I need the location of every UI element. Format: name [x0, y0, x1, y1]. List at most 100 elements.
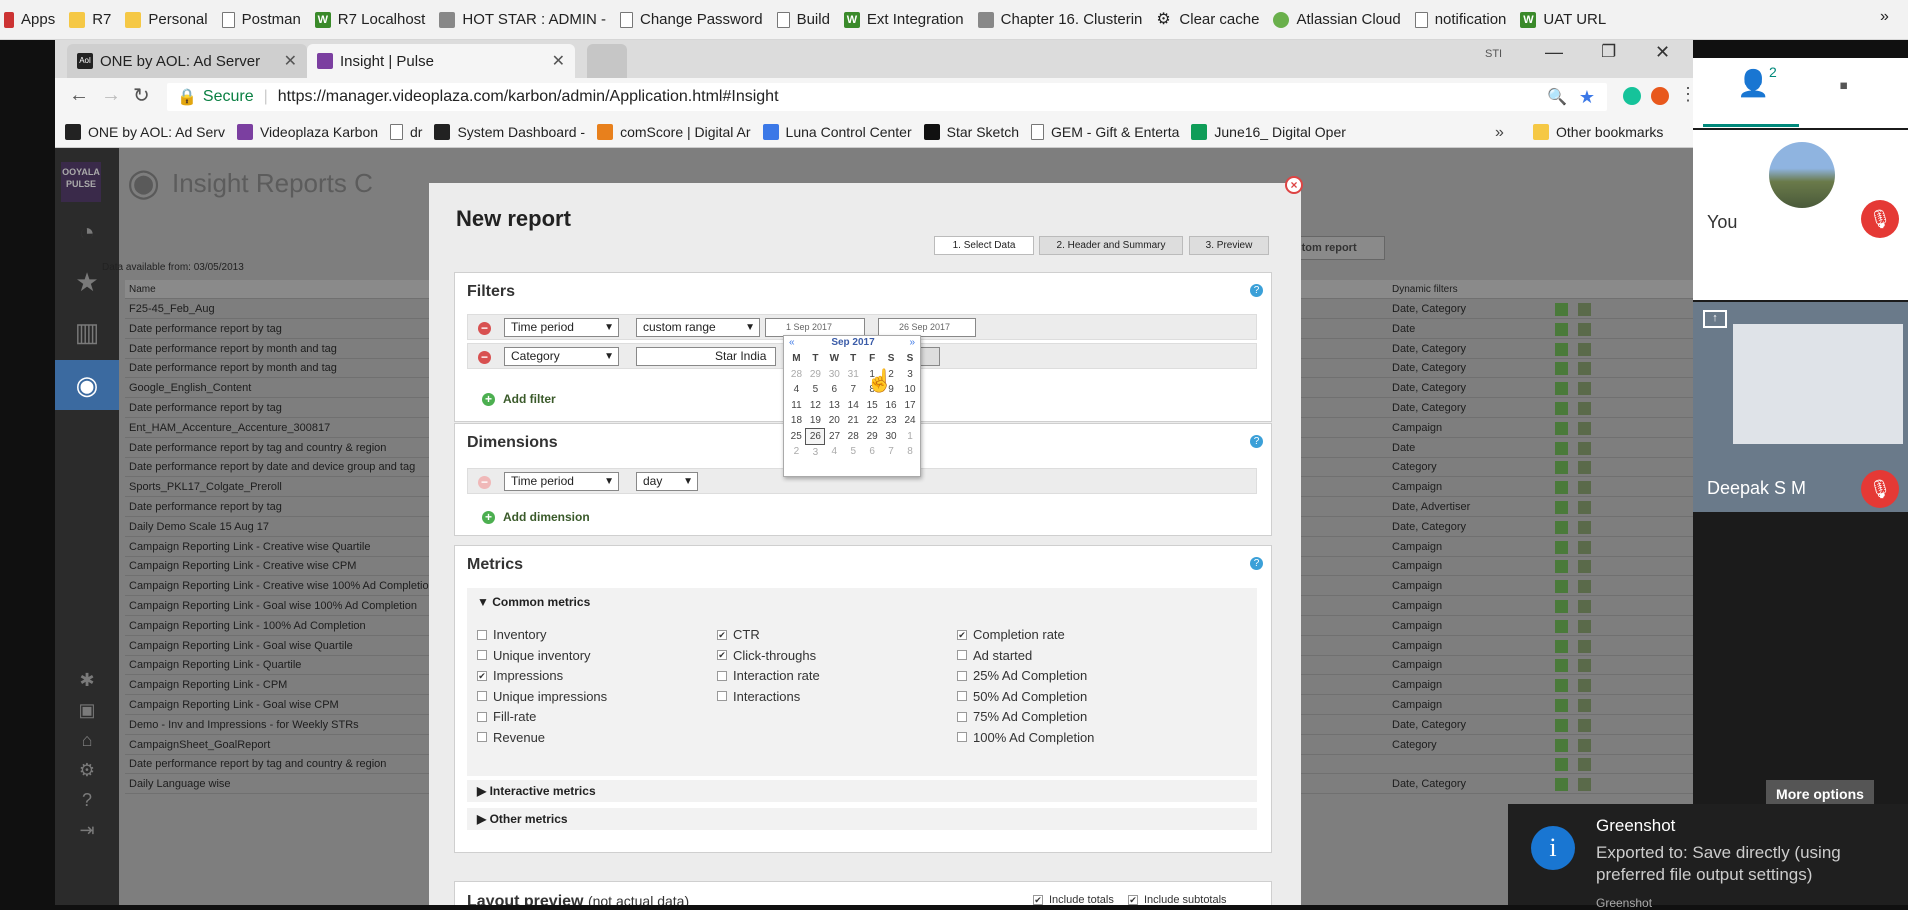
new-tab-button[interactable] [587, 44, 627, 78]
delete-icon[interactable] [1555, 679, 1568, 693]
logout-icon[interactable]: ⇥ [55, 808, 119, 852]
run-icon[interactable] [1578, 303, 1591, 316]
delete-icon[interactable] [1555, 699, 1568, 712]
delete-icon[interactable] [1555, 520, 1568, 534]
bookmark-bar-item-7[interactable]: GEM - Gift & Enterta [1031, 123, 1179, 140]
restore-button[interactable]: ❐ [1601, 42, 1616, 62]
delete-icon[interactable] [1555, 441, 1568, 455]
address-bar[interactable]: 🔒 Secure | https://manager.videoplaza.co… [167, 83, 1607, 111]
calendar-day[interactable]: 10 [901, 382, 920, 398]
delete-icon[interactable] [1555, 382, 1568, 396]
calendar-day[interactable]: 16 [882, 398, 901, 414]
calendar-day[interactable]: 24 [901, 413, 920, 429]
chat-icon[interactable]: ▪ [1839, 70, 1848, 101]
calendar-day[interactable]: 6 [863, 444, 882, 460]
delete-icon[interactable] [1555, 639, 1568, 653]
delete-icon[interactable] [1555, 580, 1568, 594]
calendar-day[interactable]: 29 [806, 367, 825, 383]
close-icon[interactable]: ✕ [284, 51, 297, 71]
delete-icon[interactable] [1555, 778, 1568, 792]
bookmark-5[interactable]: HOT STAR : ADMIN - [439, 11, 606, 28]
bookmark-2[interactable]: Personal [125, 11, 208, 28]
step-header-summary[interactable]: 2. Header and Summary [1039, 236, 1183, 255]
forward-icon[interactable]: → [101, 84, 121, 107]
metric-checkbox[interactable]: Unique inventory [477, 648, 591, 663]
delete-icon[interactable] [1555, 659, 1568, 673]
run-icon[interactable] [1578, 718, 1591, 732]
close-window-button[interactable]: ✕ [1655, 42, 1670, 63]
run-icon[interactable] [1578, 382, 1591, 396]
close-icon[interactable]: ✕ [552, 51, 565, 71]
delete-icon[interactable] [1555, 362, 1568, 376]
add-filter-link[interactable]: Add filter [503, 392, 556, 406]
run-icon[interactable] [1578, 461, 1591, 475]
grammarly-icon[interactable] [1623, 87, 1641, 105]
bookmark-bar-item-5[interactable]: Luna Control Center [762, 123, 912, 140]
delete-icon[interactable] [1555, 402, 1568, 415]
remove-filter-icon[interactable]: − [478, 322, 491, 335]
calendar-day[interactable]: 4 [787, 382, 806, 398]
add-dimension-link[interactable]: Add dimension [503, 510, 590, 524]
calendar-day[interactable]: 2 [787, 444, 806, 460]
metric-checkbox[interactable]: Revenue [477, 730, 545, 745]
run-icon[interactable] [1578, 778, 1591, 792]
calendar-day[interactable]: 30 [825, 367, 844, 383]
metric-checkbox[interactable]: Fill-rate [477, 709, 536, 724]
delete-icon[interactable] [1555, 600, 1568, 613]
bar-chart-icon[interactable]: ▥ [55, 310, 119, 354]
bookmark-11[interactable]: Atlassian Cloud [1273, 11, 1401, 28]
delete-icon[interactable] [1555, 342, 1568, 356]
bookmark-12[interactable]: notification [1414, 11, 1506, 28]
run-icon[interactable] [1578, 520, 1591, 534]
interactive-metrics-toggle[interactable]: ▶ Interactive metrics [467, 780, 1257, 802]
calendar-day[interactable]: 1 [901, 429, 920, 445]
delete-icon[interactable] [1555, 501, 1568, 514]
dashboard-icon[interactable]: ◔ [55, 210, 119, 254]
delete-icon[interactable] [1555, 421, 1568, 435]
calendar-day[interactable]: 28 [844, 429, 863, 445]
calendar-day[interactable]: 13 [825, 398, 844, 414]
delete-icon[interactable] [1555, 303, 1568, 316]
tab-aol[interactable]: Aol ONE by AOL: Ad Server ✕ [67, 44, 307, 78]
bookmark-bar-item-3[interactable]: System Dashboard - [434, 123, 585, 140]
bookmarks-overflow-icon[interactable]: » [1880, 8, 1889, 26]
include-totals-checkbox[interactable]: ✔ Include totals [1033, 894, 1114, 905]
calendar-day[interactable]: 7 [882, 444, 901, 460]
calendar-day[interactable]: 3 [901, 367, 920, 383]
delete-icon[interactable] [1555, 322, 1568, 336]
calendar-day[interactable]: 17 [901, 398, 920, 414]
run-icon[interactable] [1578, 738, 1591, 752]
bookmark-1[interactable]: R7 [69, 11, 111, 28]
add-icon[interactable]: + [482, 511, 495, 524]
greenshot-toast[interactable]: i Greenshot Exported to: Save directly (… [1508, 804, 1908, 910]
metric-checkbox[interactable]: Ad started [957, 648, 1032, 663]
calendar-day[interactable]: 20 [825, 413, 844, 429]
calendar-day[interactable]: 26 [805, 428, 826, 445]
delete-icon[interactable] [1555, 481, 1568, 495]
metric-checkbox[interactable]: ✔ CTR [717, 627, 760, 642]
calendar-day[interactable]: 11 [787, 398, 806, 414]
run-icon[interactable] [1578, 342, 1591, 356]
run-icon[interactable] [1578, 639, 1591, 653]
delete-icon[interactable] [1555, 619, 1568, 633]
run-icon[interactable] [1578, 679, 1591, 693]
calendar-day[interactable]: 14 [844, 398, 863, 414]
filter-field-select[interactable]: Category ▼ [504, 347, 619, 366]
star-icon[interactable]: ★ [1579, 87, 1595, 108]
bookmark-bar-item-1[interactable]: Videoplaza Karbon [236, 123, 378, 140]
run-icon[interactable] [1578, 619, 1591, 633]
include-subtotals-checkbox[interactable]: ✔ Include subtotals [1128, 894, 1227, 905]
other-metrics-toggle[interactable]: ▶ Other metrics [467, 808, 1257, 830]
next-month-icon[interactable]: » [909, 337, 915, 348]
calendar-day[interactable]: 19 [806, 413, 825, 429]
help-icon[interactable]: ? [1250, 557, 1263, 570]
step-preview[interactable]: 3. Preview [1189, 236, 1269, 255]
calendar-day[interactable]: 5 [844, 444, 863, 460]
extension-icon[interactable] [1651, 87, 1669, 105]
calendar-day[interactable]: 31 [844, 367, 863, 383]
metric-checkbox[interactable]: ✔ Impressions [477, 668, 563, 683]
metric-checkbox[interactable]: 100% Ad Completion [957, 730, 1094, 745]
bookmark-7[interactable]: Build [776, 11, 830, 28]
bookmark-bar-item-0[interactable]: ONE by AOL: Ad Serv [65, 123, 225, 140]
calendar-day[interactable]: 25 [787, 429, 806, 445]
